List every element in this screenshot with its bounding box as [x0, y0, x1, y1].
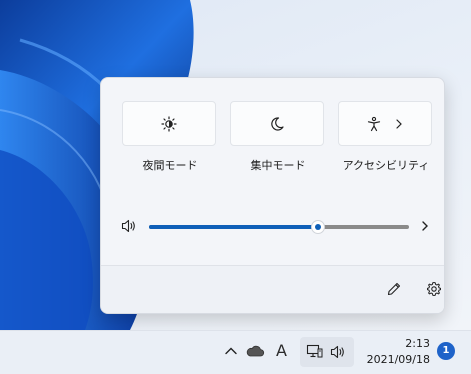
cloud-icon[interactable] — [245, 344, 265, 358]
gear-icon[interactable] — [426, 281, 442, 297]
focus-assist-toggle[interactable] — [230, 101, 324, 146]
network-monitor-icon — [306, 344, 323, 358]
chevron-right-icon[interactable] — [419, 219, 431, 233]
volume-row — [117, 216, 431, 236]
accessibility-label: アクセシビリティ — [342, 159, 430, 172]
speaker-icon[interactable] — [121, 219, 137, 233]
pencil-icon[interactable] — [386, 281, 402, 297]
notification-badge[interactable]: 1 — [437, 342, 455, 360]
quick-settings-flyout: 夜間モード 集中モード アクセシビリティ — [100, 77, 445, 314]
night-light-label: 夜間モード — [142, 159, 198, 172]
tile-accessibility: アクセシビリティ — [338, 101, 434, 173]
desktop: 夜間モード 集中モード アクセシビリティ A 2:13 2021/09/18 1 — [0, 0, 471, 374]
clock-time: 2:13 — [405, 337, 430, 350]
accessibility-toggle[interactable] — [338, 101, 432, 146]
clock-date: 2021/09/18 — [366, 353, 430, 366]
speaker-icon — [330, 345, 344, 359]
taskbar-clock[interactable]: 2:13 2021/09/18 — [356, 336, 430, 368]
volume-slider-thumb[interactable] — [311, 220, 325, 234]
moon-icon — [271, 116, 284, 131]
accessibility-person-icon — [367, 116, 381, 131]
tray-quick-settings-button[interactable] — [300, 337, 354, 367]
night-light-toggle[interactable] — [122, 101, 216, 146]
focus-assist-label: 集中モード — [250, 159, 306, 172]
flyout-footer — [101, 265, 444, 313]
volume-slider[interactable] — [149, 220, 409, 234]
taskbar: A 2:13 2021/09/18 1 — [0, 330, 471, 374]
chevron-right-icon — [396, 118, 402, 129]
volume-slider-fill — [149, 225, 318, 229]
tile-night-light: 夜間モード — [122, 101, 218, 173]
ime-indicator[interactable]: A — [276, 341, 287, 360]
tile-focus-assist: 集中モード — [230, 101, 326, 173]
chevron-up-icon[interactable] — [224, 345, 238, 357]
brightness-sun-icon — [161, 115, 177, 132]
